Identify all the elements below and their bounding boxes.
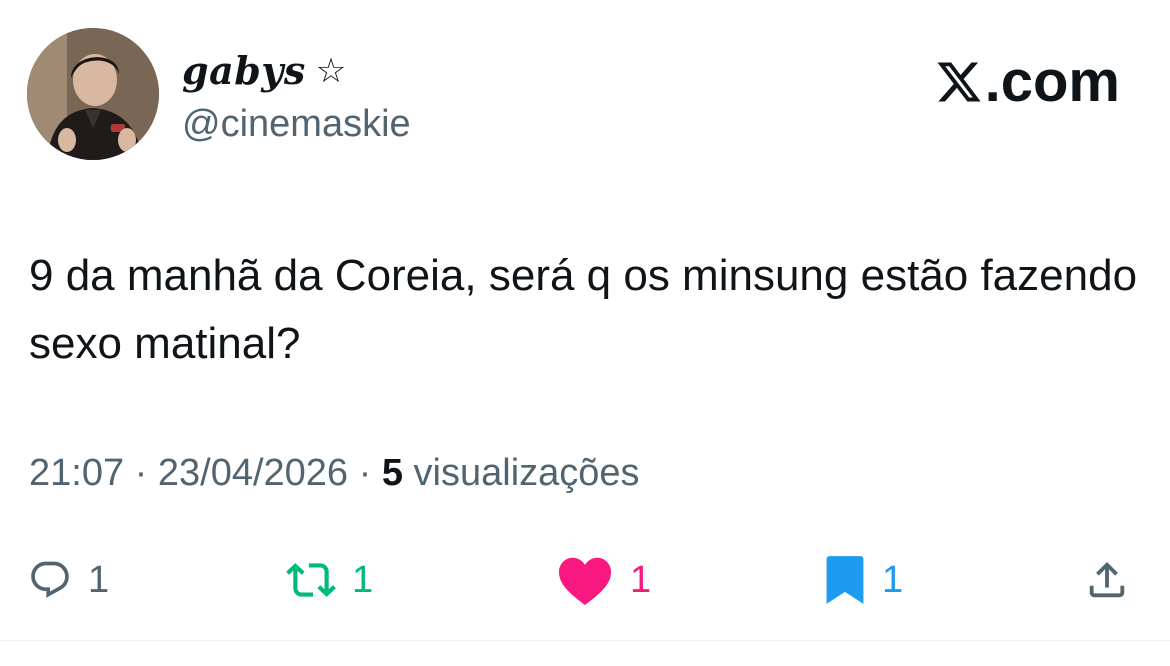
star-icon: ☆ [315,50,347,91]
tweet-time[interactable]: 21:07 [29,452,124,494]
retweet-count: 1 [352,558,374,601]
bookmark-button[interactable]: 1 [824,548,903,612]
tweet-text: 9 da manhã da Coreia, será q os minsung … [29,251,1138,368]
display-name[interactable]: gabys ☆ [182,48,347,93]
display-name-text: gabys [182,48,306,93]
avatar-photo [27,28,159,160]
user-handle[interactable]: @cinemaskie [182,103,411,146]
like-button[interactable]: 1 [556,548,651,612]
retweet-icon [286,563,336,597]
meta-separator: · [348,452,382,494]
tweet-date[interactable]: 23/04/2026 [158,452,348,494]
reply-icon [31,561,69,598]
heart-icon [559,557,611,606]
x-logo-icon [937,62,981,101]
avatar[interactable] [27,28,159,160]
share-icon [1089,561,1125,598]
reply-button[interactable]: 1 [28,548,109,612]
views-count: 5 [381,452,403,494]
meta-separator: · [124,452,158,494]
bookmark-count: 1 [882,558,904,601]
divider [0,640,1170,641]
bookmark-icon [826,556,864,604]
share-button[interactable] [1084,548,1130,612]
action-bar: 1 1 1 1 [0,548,1170,612]
views-label: visualizações [413,452,640,494]
retweet-button[interactable]: 1 [286,548,373,612]
brand-watermark: .com [935,48,1120,115]
like-count: 1 [630,558,652,601]
tweet-meta: 21:07 · 23/04/2026 · 5 visualizações [29,452,640,495]
brand-domain: .com [984,49,1120,114]
reply-count: 1 [88,558,110,601]
